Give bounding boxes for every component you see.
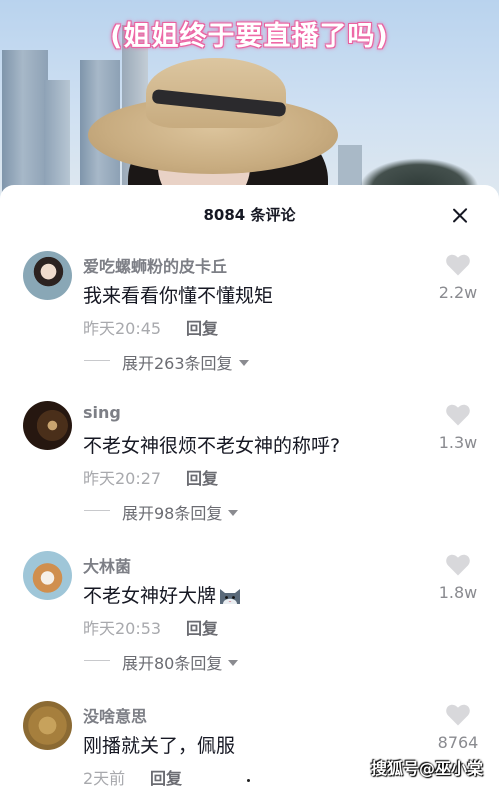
reply-button[interactable]: 回复 xyxy=(150,765,182,787)
video-caption: (姐姐终于要直播了吗) xyxy=(110,21,389,52)
cat-emoji-icon xyxy=(220,589,241,604)
heart-icon xyxy=(446,254,470,276)
close-icon[interactable] xyxy=(449,205,471,227)
avatar[interactable] xyxy=(23,551,72,600)
heart-icon xyxy=(446,404,470,426)
avatar[interactable] xyxy=(23,701,72,750)
comment-item: 大林菌 不老女神好大牌 昨天20:53 回复 展开80条回复 1.8w xyxy=(0,543,499,693)
comment-username[interactable]: sing xyxy=(83,403,121,422)
like-button[interactable]: 2.2w xyxy=(435,253,481,302)
reply-button[interactable]: 回复 xyxy=(186,465,218,489)
expand-replies-label: 展开263条回复 xyxy=(122,350,249,374)
caret-down-icon xyxy=(228,660,239,666)
palm-tree-image xyxy=(359,158,479,188)
comment-username[interactable]: 没啥意思 xyxy=(83,703,147,727)
like-button[interactable]: 8764 xyxy=(435,703,481,752)
expand-replies-label: 展开80条回复 xyxy=(122,650,239,674)
like-button[interactable]: 1.3w xyxy=(435,403,481,452)
like-count: 1.3w xyxy=(438,433,478,452)
like-count: 8764 xyxy=(437,733,479,752)
comment-text[interactable]: 不老女神好大牌 xyxy=(83,581,242,608)
source-watermark: 搜狐号@巫小棠 xyxy=(370,759,483,778)
comment-item: sing 不老女神很烦不老女神的称呼? 昨天20:27 回复 展开98条回复 1… xyxy=(0,393,499,543)
comment-username[interactable]: 爱吃螺蛳粉的皮卡丘 xyxy=(83,253,227,277)
avatar[interactable] xyxy=(23,401,72,450)
comment-text[interactable]: 不老女神很烦不老女神的称呼? xyxy=(83,431,340,458)
reply-button[interactable]: 回复 xyxy=(186,615,218,639)
video-background: (姐姐终于要直播了吗) xyxy=(0,0,499,200)
sheet-header: 8084 条评论 xyxy=(0,185,499,243)
comment-time: 昨天20:45 xyxy=(83,319,162,338)
caret-down-icon xyxy=(238,360,249,366)
building-image xyxy=(2,50,48,200)
like-button[interactable]: 1.8w xyxy=(435,553,481,602)
caret-down-icon xyxy=(228,510,239,516)
comment-username[interactable]: 大林菌 xyxy=(83,553,131,577)
expand-divider xyxy=(84,510,110,511)
avatar[interactable] xyxy=(23,251,72,300)
heart-icon xyxy=(446,704,470,726)
reply-button[interactable]: 回复 xyxy=(186,315,218,339)
comment-sheet: 8084 条评论 爱吃螺蛳粉的皮卡丘 我来看看你懂不懂规矩 昨天20:45 回复… xyxy=(0,185,499,787)
building-image xyxy=(44,80,70,200)
expand-replies-label: 展开98条回复 xyxy=(122,500,239,524)
comment-time: 2天前 xyxy=(83,769,126,787)
comment-time: 昨天20:27 xyxy=(83,469,162,488)
comment-count-title: 8084 条评论 xyxy=(203,206,296,224)
expand-divider xyxy=(84,660,110,661)
comment-time: 昨天20:53 xyxy=(83,619,162,638)
comment-text[interactable]: 刚播就关了，佩服 xyxy=(83,731,235,758)
comment-item: 爱吃螺蛳粉的皮卡丘 我来看看你懂不懂规矩 昨天20:45 回复 展开263条回复… xyxy=(0,243,499,393)
expand-divider xyxy=(84,360,110,361)
comment-text[interactable]: 我来看看你懂不懂规矩 xyxy=(83,281,273,308)
heart-icon xyxy=(446,554,470,576)
page-dot xyxy=(247,779,250,782)
like-count: 2.2w xyxy=(438,283,478,302)
like-count: 1.8w xyxy=(438,583,478,602)
